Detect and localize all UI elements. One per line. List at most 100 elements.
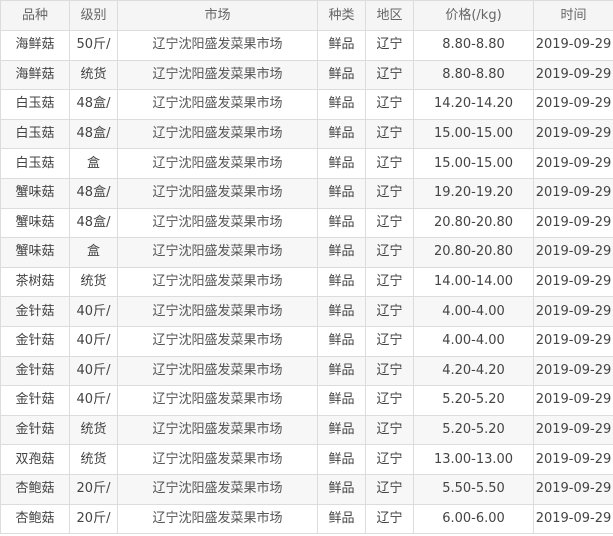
price-cell: 14.20-14.20 — [413, 89, 534, 120]
market-cell[interactable]: 辽宁沈阳盛发菜果市场 — [117, 118, 318, 150]
region-cell: 辽宁 — [365, 266, 414, 298]
market-cell[interactable]: 辽宁沈阳盛发菜果市场 — [117, 444, 318, 475]
variety-cell: 茶树菇 — [0, 266, 70, 298]
market-cell[interactable]: 辽宁沈阳盛发菜果市场 — [117, 473, 318, 505]
date-cell: 2019-09-29 — [533, 385, 613, 416]
market-cell[interactable]: 辽宁沈阳盛发菜果市场 — [117, 296, 318, 327]
variety-cell: 金针菇 — [0, 414, 70, 446]
grade-cell: 20斤/ — [69, 473, 118, 505]
variety-cell: 金针菇 — [0, 325, 70, 357]
market-cell[interactable]: 辽宁沈阳盛发菜果市场 — [117, 30, 318, 61]
grade-cell: 48盒/ — [69, 118, 118, 150]
region-cell: 辽宁 — [365, 444, 414, 475]
date-cell: 2019-09-29 — [533, 296, 613, 327]
grade-cell: 统货 — [69, 444, 118, 475]
market-cell[interactable]: 辽宁沈阳盛发菜果市场 — [117, 266, 318, 298]
table-row: 双孢菇 统货 辽宁沈阳盛发菜果市场 鲜品 辽宁 13.00-13.00 2019-09-29 — [0, 444, 613, 475]
region-cell: 辽宁 — [365, 207, 414, 239]
category-cell: 鲜品 — [317, 385, 366, 416]
price-cell: 20.80-20.80 — [413, 207, 534, 239]
category-cell: 鲜品 — [317, 177, 366, 209]
variety-cell: 金针菇 — [0, 385, 70, 416]
date-cell: 2019-09-29 — [533, 118, 613, 150]
category-cell: 鲜品 — [317, 296, 366, 327]
date-cell: 2019-09-29 — [533, 414, 613, 446]
table-row: 白玉菇盒辽宁沈阳盛发菜果市场 鲜品 辽宁 15.00-15.00 2019-09-29 — [0, 148, 613, 179]
price-cell: 6.00-6.00 — [413, 503, 534, 535]
price-cell: 5.20-5.20 — [413, 385, 534, 416]
market-cell[interactable]: 辽宁沈阳盛发菜果市场 — [117, 325, 318, 357]
date-cell: 2019-09-29 — [533, 355, 613, 387]
market-cell[interactable]: 辽宁沈阳盛发菜果市场 — [117, 355, 318, 387]
table-header: 品种 级别 市场 种类 地区 价格(/kg) 时间 — [0, 0, 613, 31]
header-date[interactable]: 时间 — [533, 0, 613, 31]
category-cell: 鲜品 — [317, 355, 366, 387]
variety-cell: 海鲜菇 — [0, 59, 70, 91]
date-cell: 2019-09-29 — [533, 237, 613, 268]
category-cell: 鲜品 — [317, 473, 366, 505]
grade-cell: 48盒/ — [69, 89, 118, 120]
category-cell: 鲜品 — [317, 30, 366, 61]
price-cell: 15.00-15.00 — [413, 118, 534, 150]
category-cell: 鲜品 — [317, 503, 366, 535]
variety-cell: 金针菇 — [0, 296, 70, 327]
price-cell: 13.00-13.00 — [413, 444, 534, 475]
price-cell: 4.20-4.20 — [413, 355, 534, 387]
grade-cell: 48盒/ — [69, 177, 118, 209]
table-row: 白玉菇 48盒/辽宁沈阳盛发菜果市场 鲜品 辽宁 15.00-15.00 2019-09-… — [0, 118, 613, 150]
date-cell: 2019-09-29 — [533, 266, 613, 298]
price-cell: 19.20-19.20 — [413, 177, 534, 209]
region-cell: 辽宁 — [365, 59, 414, 91]
region-cell: 辽宁 — [365, 385, 414, 416]
header-variety[interactable]: 品种 — [0, 0, 70, 31]
grade-cell: 48盒/ — [69, 207, 118, 239]
header-category[interactable]: 种类 — [317, 0, 366, 31]
header-region[interactable]: 地区 — [365, 0, 414, 31]
header-price[interactable]: 价格(/kg) — [413, 0, 534, 31]
date-cell: 2019-09-29 — [533, 148, 613, 179]
region-cell: 辽宁 — [365, 473, 414, 505]
price-cell: 5.50-5.50 — [413, 473, 534, 505]
category-cell: 鲜品 — [317, 237, 366, 268]
price-cell: 4.00-4.00 — [413, 296, 534, 327]
market-cell[interactable]: 辽宁沈阳盛发菜果市场 — [117, 177, 318, 209]
date-cell: 2019-09-29 — [533, 473, 613, 505]
market-cell[interactable]: 辽宁沈阳盛发菜果市场 — [117, 414, 318, 446]
region-cell: 辽宁 — [365, 414, 414, 446]
region-cell: 辽宁 — [365, 148, 414, 179]
market-cell[interactable]: 辽宁沈阳盛发菜果市场 — [117, 503, 318, 535]
market-cell[interactable]: 辽宁沈阳盛发菜果市场 — [117, 59, 318, 91]
category-cell: 鲜品 — [317, 444, 366, 475]
market-cell[interactable]: 辽宁沈阳盛发菜果市场 — [117, 89, 318, 120]
header-row: 品种 级别 市场 种类 地区 价格(/kg) 时间 — [0, 0, 613, 31]
table-row: 蟹味菇 48盒/辽宁沈阳盛发菜果市场 鲜品 辽宁 19.20-19.20 2019-09-… — [0, 177, 613, 209]
table-body: 海鲜菇 50斤/辽宁沈阳盛发菜果市场 鲜品 辽宁 8.80-8.80 2019-09-29… — [0, 30, 613, 535]
date-cell: 2019-09-29 — [533, 207, 613, 239]
price-cell: 8.80-8.80 — [413, 30, 534, 61]
table-row: 金针菇 统货 辽宁沈阳盛发菜果市场 鲜品 辽宁 5.20-5.20 2019-09-29 — [0, 414, 613, 446]
grade-cell: 40斤/ — [69, 355, 118, 387]
price-cell: 14.00-14.00 — [413, 266, 534, 298]
variety-cell: 蟹味菇 — [0, 177, 70, 209]
category-cell: 鲜品 — [317, 148, 366, 179]
variety-cell: 金针菇 — [0, 355, 70, 387]
market-cell[interactable]: 辽宁沈阳盛发菜果市场 — [117, 237, 318, 268]
header-market[interactable]: 市场 — [117, 0, 318, 31]
table-row: 杏鲍菇 20斤/辽宁沈阳盛发菜果市场 鲜品 辽宁 6.00-6.00 2019-09-29 — [0, 503, 613, 535]
category-cell: 鲜品 — [317, 325, 366, 357]
region-cell: 辽宁 — [365, 177, 414, 209]
market-cell[interactable]: 辽宁沈阳盛发菜果市场 — [117, 207, 318, 239]
grade-cell: 统货 — [69, 266, 118, 298]
table-row: 海鲜菇 50斤/辽宁沈阳盛发菜果市场 鲜品 辽宁 8.80-8.80 2019-09-29 — [0, 30, 613, 61]
region-cell: 辽宁 — [365, 30, 414, 61]
table-row: 海鲜菇 统货 辽宁沈阳盛发菜果市场 鲜品 辽宁 8.80-8.80 2019-09-29 — [0, 59, 613, 91]
table-row: 金针菇 40斤/辽宁沈阳盛发菜果市场 鲜品 辽宁 5.20-5.20 2019-09-29 — [0, 385, 613, 416]
grade-cell: 统货 — [69, 59, 118, 91]
market-cell[interactable]: 辽宁沈阳盛发菜果市场 — [117, 148, 318, 179]
grade-cell: 40斤/ — [69, 385, 118, 416]
category-cell: 鲜品 — [317, 414, 366, 446]
market-cell[interactable]: 辽宁沈阳盛发菜果市场 — [117, 385, 318, 416]
header-grade[interactable]: 级别 — [69, 0, 118, 31]
price-cell: 8.80-8.80 — [413, 59, 534, 91]
table-row: 白玉菇 48盒/辽宁沈阳盛发菜果市场 鲜品 辽宁 14.20-14.20 2019-09-… — [0, 89, 613, 120]
